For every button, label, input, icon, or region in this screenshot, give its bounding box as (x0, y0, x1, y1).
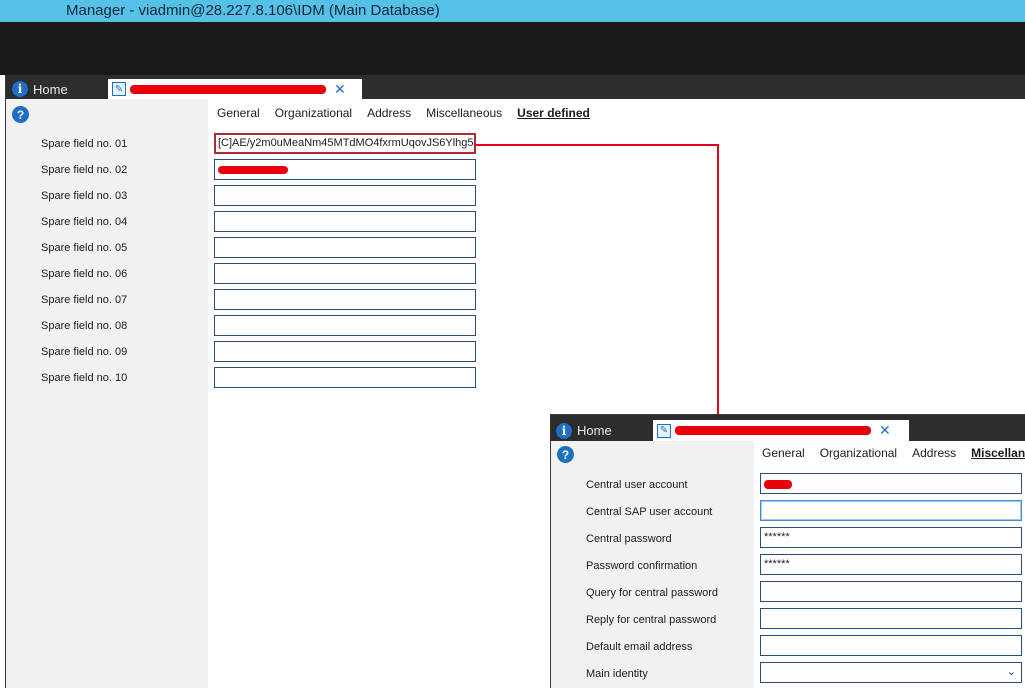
form-section-tabs: General Organizational Address Miscellan… (217, 106, 605, 120)
misc-field-label: Central user account (586, 479, 688, 491)
redacted-value (218, 166, 288, 174)
tab-address[interactable]: Address (912, 446, 956, 460)
ribbon-area (0, 22, 1025, 75)
misc-field-input[interactable]: ****** (760, 527, 1022, 548)
misc-field-input[interactable]: ****** (760, 554, 1022, 575)
misc-field-input[interactable] (760, 608, 1022, 629)
spare-field-label: Spare field no. 04 (41, 216, 128, 228)
spare-field-input[interactable] (214, 367, 476, 388)
spare-field-input[interactable] (214, 159, 476, 180)
misc-field-label: Central SAP user account (586, 506, 713, 518)
spare-field-input[interactable] (214, 185, 476, 206)
misc-field-label: Main identity (586, 668, 648, 680)
chevron-down-icon[interactable]: ⌄ (1007, 665, 1016, 678)
tab-organizational[interactable]: Organizational (275, 106, 352, 120)
spare-field-label: Spare field no. 10 (41, 372, 128, 384)
misc-field-label: Reply for central password (586, 614, 717, 626)
spare-field-input[interactable] (214, 237, 476, 258)
second-tab-home-label: Home (577, 423, 612, 438)
spare-field-input[interactable] (214, 315, 476, 336)
tab-miscellaneous[interactable]: Miscellaneous (426, 106, 502, 120)
main-identity-select[interactable]: ⌄ (760, 662, 1022, 683)
tab-organizational[interactable]: Organizational (820, 446, 897, 460)
misc-field-label: Central password (586, 533, 672, 545)
close-tab-icon[interactable]: ✕ (879, 422, 891, 439)
spare-field-label: Spare field no. 08 (41, 320, 128, 332)
misc-field-label: Password confirmation (586, 560, 698, 572)
spare-field-input[interactable] (214, 263, 476, 284)
spare-field-label: Spare field no. 09 (41, 346, 128, 358)
spare-field-label: Spare field no. 01 (41, 138, 128, 150)
tab-address[interactable]: Address (367, 106, 411, 120)
left-label-panel (6, 99, 208, 688)
spare-field-label: Spare field no. 07 (41, 294, 128, 306)
tab-user-defined[interactable]: User defined (517, 106, 590, 120)
spare-field-input[interactable]: [C]AE/y2m0uMeaNm45MTdMO4fxrmUqovJS6Ylhg5 (214, 133, 476, 154)
document-tab-strip: i Home ✎ ✕ (6, 75, 1025, 99)
second-window: i Home ✎ ✕ ? General Organizational Addr… (550, 414, 1025, 688)
misc-field-label: Default email address (586, 641, 693, 653)
redacted-tab-title (675, 426, 871, 435)
edit-document-icon: ✎ (657, 423, 671, 438)
redacted-tab-title (130, 84, 326, 94)
info-icon: i (556, 422, 572, 439)
edit-document-icon: ✎ (112, 82, 126, 96)
tab-person-document[interactable]: ✎ ✕ (108, 79, 362, 99)
misc-field-value: ****** (764, 558, 790, 570)
spare-field-label: Spare field no. 05 (41, 242, 128, 254)
second-form-section-tabs: General Organizational Address Miscellan… (762, 446, 1025, 460)
tab-home[interactable]: i Home (12, 79, 108, 99)
help-icon[interactable]: ? (12, 106, 29, 123)
tab-home-label: Home (33, 81, 68, 97)
tab-general[interactable]: General (762, 446, 805, 460)
misc-field-input[interactable] (760, 635, 1022, 656)
title-bar: Manager - viadmin@28.227.8.106\IDM (Main… (0, 0, 1025, 22)
second-tab-home[interactable]: i Home (556, 420, 652, 441)
connector-line-top (475, 144, 719, 146)
misc-field-value: ****** (764, 531, 790, 543)
spare-field-input[interactable] (214, 211, 476, 232)
redacted-value (764, 480, 792, 489)
second-tab-person-document[interactable]: ✎ ✕ (653, 420, 909, 441)
spare-field-label: Spare field no. 03 (41, 190, 128, 202)
spare-field-value: [C]AE/y2m0uMeaNm45MTdMO4fxrmUqovJS6Ylhg5 (218, 137, 474, 149)
help-icon[interactable]: ? (557, 446, 574, 463)
misc-field-label: Query for central password (586, 587, 719, 599)
second-tab-strip: i Home ✎ ✕ (551, 415, 1025, 441)
misc-field-input[interactable] (760, 500, 1022, 521)
tab-general[interactable]: General (217, 106, 260, 120)
spare-field-input[interactable] (214, 341, 476, 362)
misc-field-input[interactable] (760, 581, 1022, 602)
spare-field-label: Spare field no. 06 (41, 268, 128, 280)
close-tab-icon[interactable]: ✕ (334, 81, 346, 98)
misc-field-input[interactable] (760, 473, 1022, 494)
spare-field-label: Spare field no. 02 (41, 164, 128, 176)
info-icon: i (12, 81, 28, 97)
tab-miscellaneous[interactable]: Miscellaneous (971, 446, 1025, 460)
window-title: Manager - viadmin@28.227.8.106\IDM (Main… (66, 2, 440, 19)
spare-field-input[interactable] (214, 289, 476, 310)
